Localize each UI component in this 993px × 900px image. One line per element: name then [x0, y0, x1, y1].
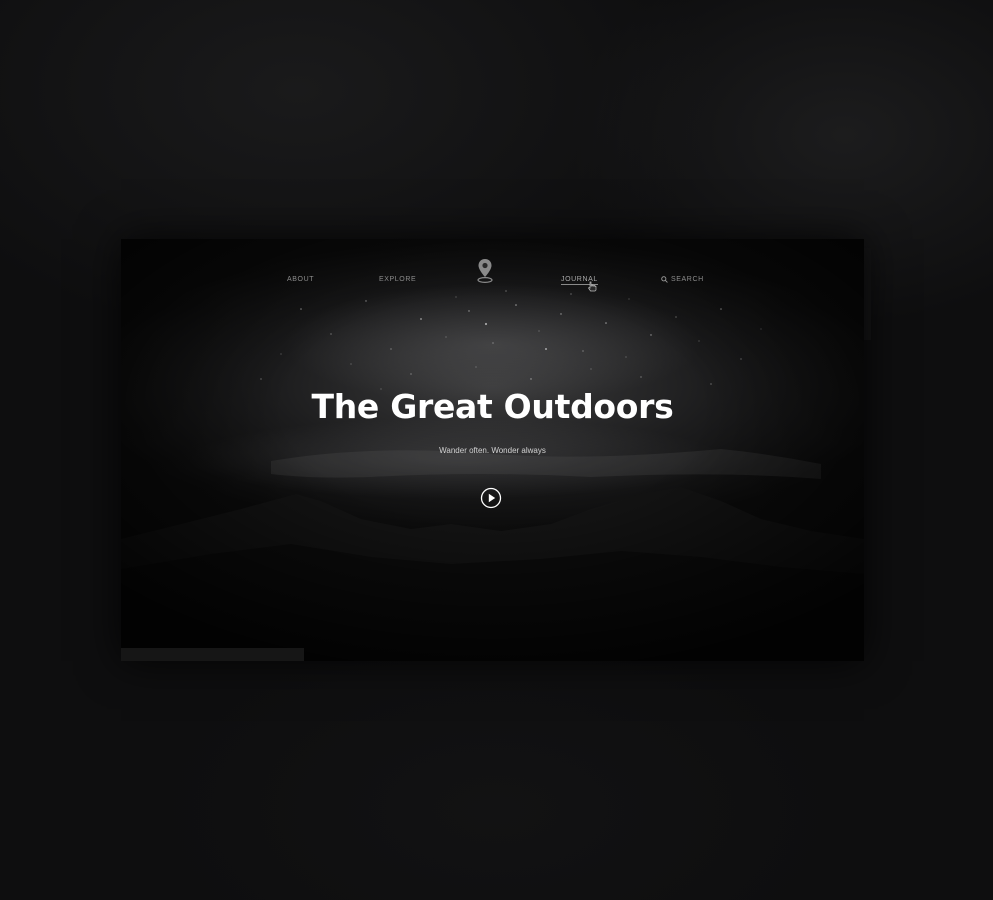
background-card-edge	[864, 248, 871, 340]
hand-pointer-icon	[588, 281, 597, 292]
nav-about-link[interactable]: ABOUT	[287, 276, 314, 283]
map-pin-icon[interactable]	[475, 257, 495, 285]
search-icon	[661, 276, 668, 283]
nav-explore-link[interactable]: EXPLORE	[379, 276, 416, 283]
hero-title: The Great Outdoors	[311, 387, 674, 426]
play-circle-icon[interactable]	[480, 487, 502, 509]
hero-subtitle: Wander often. Wonder always	[439, 446, 546, 455]
nav-search-link[interactable]: SEARCH	[661, 276, 704, 283]
main-navigation: ABOUT EXPLORE JOURNAL SEARCH	[121, 239, 864, 299]
hero-bottom-strip	[121, 648, 304, 661]
hero-section: ABOUT EXPLORE JOURNAL SEARCH The Great O…	[121, 239, 864, 661]
search-label: SEARCH	[671, 276, 704, 283]
